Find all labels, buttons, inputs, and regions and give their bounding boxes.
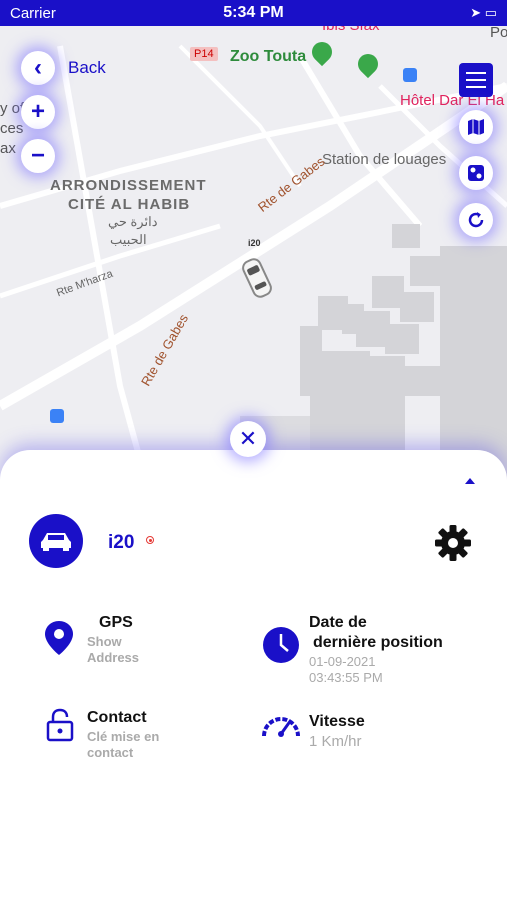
- partial-label-3: ax: [0, 140, 16, 157]
- speedometer-icon: [262, 717, 300, 737]
- clock: 5:34 PM: [223, 4, 284, 21]
- refresh-button[interactable]: [459, 203, 493, 237]
- clock-icon: [263, 627, 299, 663]
- district-label-2: CITÉ AL HABIB: [68, 196, 191, 213]
- group-icon: [468, 165, 484, 181]
- bus-stop-icon: [403, 68, 417, 82]
- date-title-1: Date de: [309, 614, 367, 631]
- arabic-label-1: دائرة حي: [108, 214, 158, 229]
- speed-value: 1 Km/hr: [309, 733, 362, 750]
- gps-sub-1[interactable]: Show: [87, 634, 122, 650]
- car-tag-label: i20: [248, 238, 261, 248]
- zoo-label: Zoo Touta: [230, 48, 307, 65]
- vehicle-name: i20: [108, 532, 135, 553]
- partial-label-4: Po: [490, 26, 507, 41]
- date-value: 01-09-2021: [309, 654, 376, 669]
- gps-title: GPS: [99, 614, 133, 631]
- zoom-out-button[interactable]: −: [21, 139, 55, 173]
- map-type-button[interactable]: [459, 110, 493, 144]
- location-pin-icon: [45, 621, 73, 655]
- lock-icon: [46, 708, 74, 742]
- station-label: Station de louages: [322, 151, 447, 168]
- status-dot-icon: [146, 536, 154, 544]
- date-title-2: dernière position: [313, 634, 443, 651]
- map-icon: [468, 119, 484, 135]
- ibis-label: Ibis Sfax: [322, 26, 380, 34]
- battery-icon: ➤ ▭: [470, 5, 497, 20]
- vehicle-avatar: [29, 514, 83, 568]
- car-icon: [41, 533, 71, 551]
- bus-stop-icon-2: [50, 409, 64, 423]
- menu-button[interactable]: [459, 63, 493, 97]
- arabic-label-2: الحبيب: [110, 232, 147, 247]
- refresh-icon: [468, 212, 484, 228]
- partial-label-2: ces: [0, 120, 24, 137]
- zoom-in-button[interactable]: +: [21, 95, 55, 129]
- contact-sub-2: contact: [87, 745, 134, 760]
- settings-gear-icon[interactable]: [434, 524, 472, 562]
- contact-sub-1: Clé mise en: [87, 729, 160, 744]
- contact-title: Contact: [87, 709, 147, 726]
- district-label-1: ARRONDISSEMENT: [50, 177, 207, 194]
- time-value: 03:43:55 PM: [309, 670, 383, 685]
- gps-sub-2[interactable]: Address: [87, 650, 139, 666]
- status-bar: Carrier 5:34 PM ➤ ▭: [0, 0, 507, 26]
- group-button[interactable]: [459, 156, 493, 190]
- collapse-arrow-icon[interactable]: [465, 478, 475, 484]
- close-button[interactable]: ✕: [230, 421, 266, 457]
- back-button[interactable]: ‹: [21, 51, 55, 85]
- back-label[interactable]: Back: [68, 58, 106, 78]
- vehicle-detail-sheet: i20 GPS Show Address Date de dernière po…: [0, 450, 507, 900]
- p14-label: P14: [190, 47, 218, 61]
- speed-title: Vitesse: [309, 713, 365, 730]
